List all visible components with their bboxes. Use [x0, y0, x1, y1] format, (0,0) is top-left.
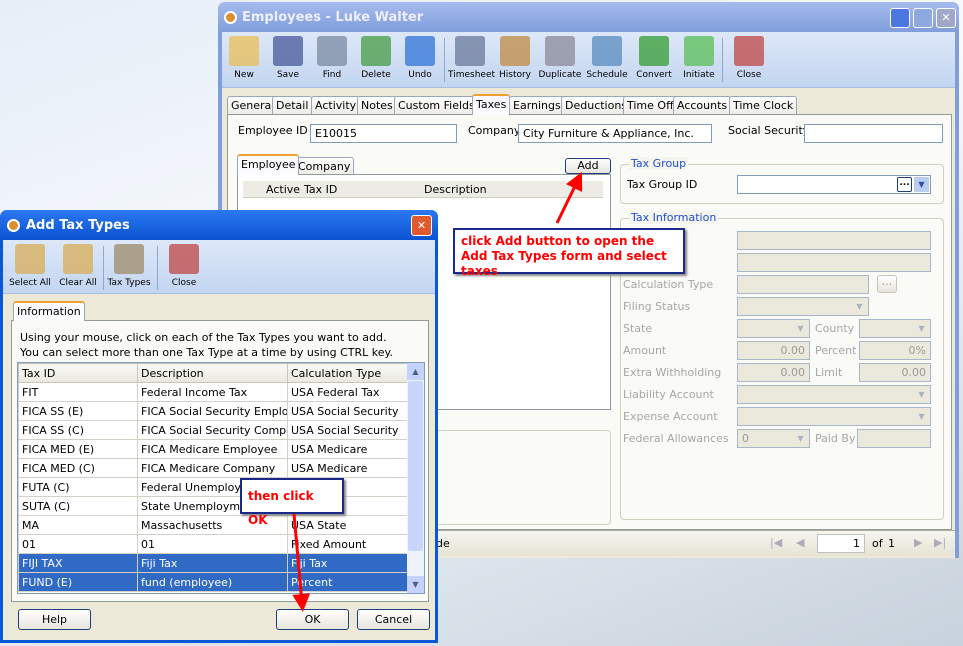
tab-taxes[interactable]: Taxes — [472, 94, 511, 115]
tab-information[interactable]: Information — [13, 301, 85, 321]
arrow-to-add — [555, 171, 583, 224]
arrow-to-ok — [292, 513, 311, 612]
subtab-employee[interactable]: Employee — [237, 154, 300, 175]
